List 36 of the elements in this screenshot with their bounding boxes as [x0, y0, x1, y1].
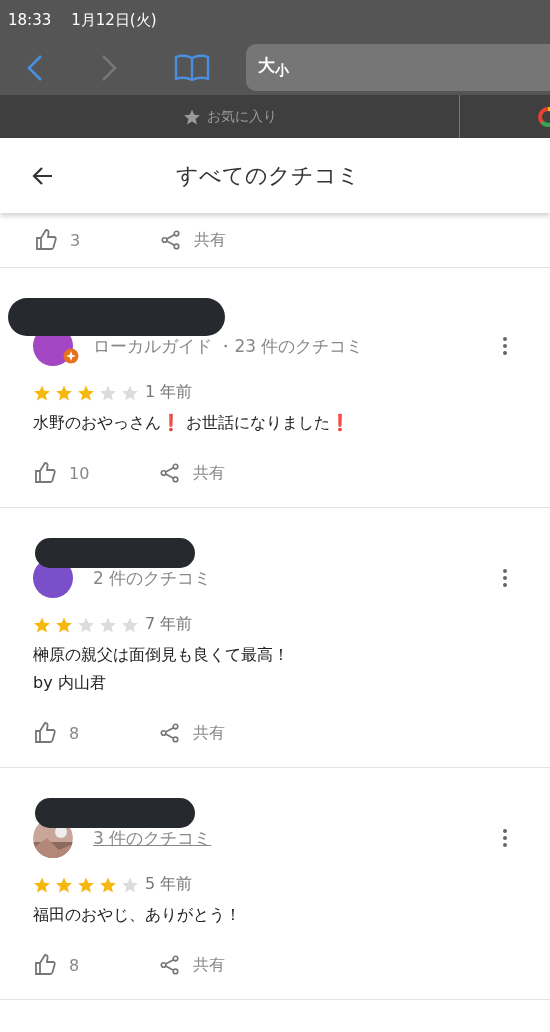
like-count: 3: [70, 230, 82, 250]
review-text: 水野のおやっさん❗ お世話になりました❗: [33, 412, 352, 434]
thumbs-up-icon[interactable]: [34, 228, 58, 252]
review-text: 榊原の親父は面倒見も良くて最高！ by 内山君: [33, 644, 290, 694]
more-icon[interactable]: [502, 828, 508, 848]
review-text: 福田のおやじ、ありがとう！: [33, 904, 242, 926]
status-date: 1月12日(火): [71, 10, 157, 30]
reviewer-meta: ローカルガイド ・23 件のクチコミ: [93, 334, 365, 358]
review-time: 7 年前: [145, 614, 193, 635]
thumbs-up-icon[interactable]: [33, 953, 57, 977]
more-icon[interactable]: [502, 336, 508, 356]
thumbs-up-icon[interactable]: [33, 721, 57, 745]
share-icon[interactable]: [159, 462, 181, 484]
like-count: 8: [69, 955, 81, 975]
text-size-button[interactable]: 大$_{小}$: [258, 54, 289, 81]
reviewer-meta: 2 件のクチコミ: [93, 566, 213, 590]
back-icon[interactable]: [26, 53, 44, 82]
more-icon[interactable]: [502, 568, 508, 588]
share-button[interactable]: 共有: [194, 229, 226, 251]
share-button[interactable]: 共有: [193, 722, 225, 744]
header-title: すべてのクチコミ: [176, 161, 360, 190]
like-count: 8: [69, 723, 81, 743]
share-icon[interactable]: [159, 954, 181, 976]
address-bar[interactable]: 大$_{小}$: [246, 44, 550, 91]
share-button[interactable]: 共有: [193, 954, 225, 976]
status-time: 18:33: [8, 11, 52, 29]
favorites-tab[interactable]: お気に入り: [182, 107, 277, 126]
thumbs-up-icon[interactable]: [33, 461, 57, 485]
share-button[interactable]: 共有: [193, 462, 225, 484]
share-icon[interactable]: [159, 722, 181, 744]
review-time: 1 年前: [145, 382, 193, 403]
book-icon[interactable]: [174, 53, 210, 82]
like-count: 10: [69, 463, 91, 483]
review-count-link[interactable]: 3 件のクチコミ: [93, 826, 502, 850]
review-time: 5 年前: [145, 874, 193, 895]
share-icon[interactable]: [160, 229, 182, 251]
